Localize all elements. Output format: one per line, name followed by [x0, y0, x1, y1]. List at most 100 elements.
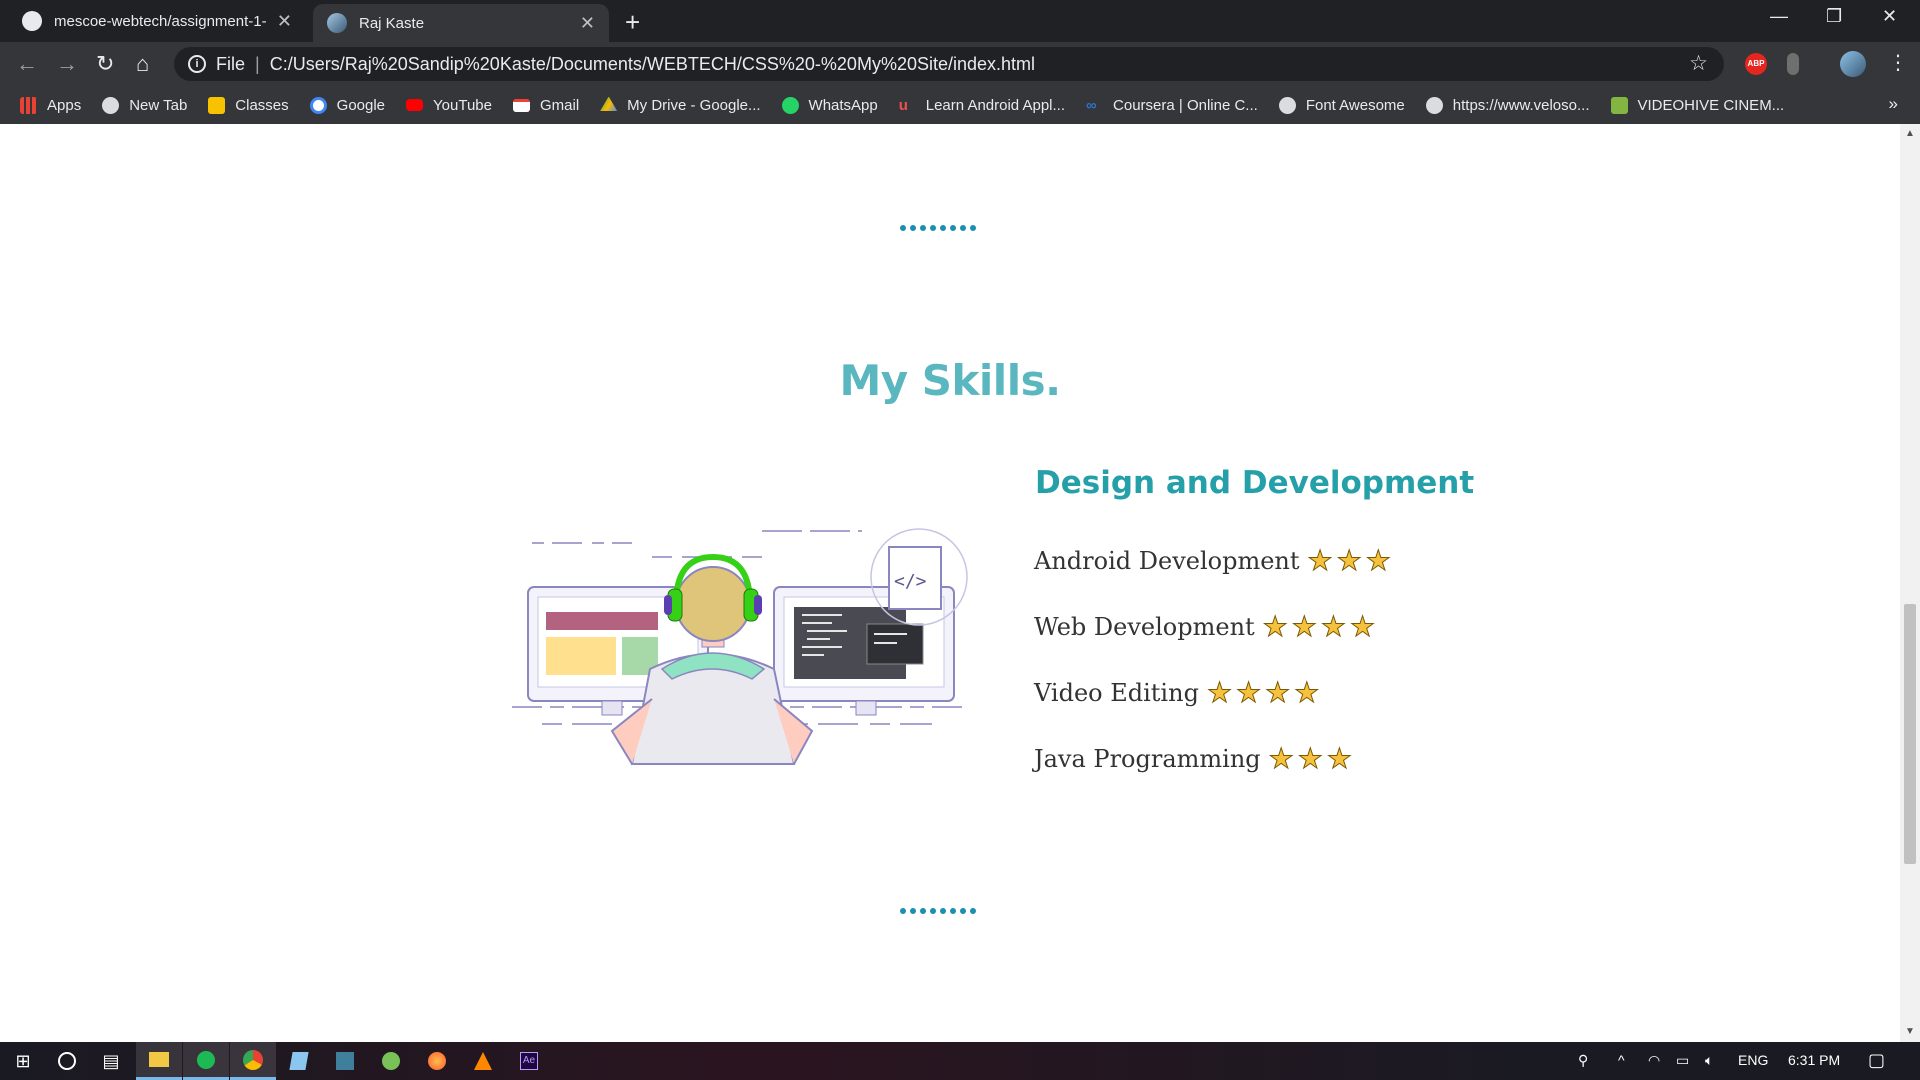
- star-icon: ★: [1297, 742, 1323, 775]
- skill-rating: ★ ★ ★: [1307, 544, 1391, 577]
- chrome-icon[interactable]: [230, 1042, 276, 1080]
- skill-item: Web Development ★ ★ ★ ★: [1034, 610, 1376, 643]
- bookmark-whatsapp[interactable]: WhatsApp: [781, 96, 878, 114]
- windows-taskbar: ⊞ ▤ Ae ⚲ ^ ◠ ▭ 🔈︎ ENG 6:31 PM ▢: [0, 1042, 1920, 1080]
- skill-name: Video Editing: [1034, 679, 1199, 707]
- bookmark-youtube[interactable]: YouTube: [406, 97, 492, 114]
- bookmark-videohive[interactable]: VIDEOHIVE CINEM...: [1610, 96, 1784, 114]
- tab-label: Raj Kaste: [359, 14, 425, 32]
- skill-item: Android Development ★ ★ ★: [1034, 544, 1391, 577]
- tab-raj-kaste[interactable]: Raj Kaste ✕: [313, 4, 609, 42]
- star-icon: ★: [1294, 676, 1320, 709]
- tab-close-icon[interactable]: ✕: [277, 11, 292, 32]
- skill-rating: ★ ★ ★ ★: [1206, 676, 1320, 709]
- youtube-icon: [406, 99, 424, 111]
- visual-studio-icon[interactable]: [322, 1042, 368, 1080]
- developer-illustration: </>: [512, 528, 968, 765]
- home-icon[interactable]: ⌂: [136, 51, 149, 77]
- file-explorer-icon[interactable]: [136, 1042, 182, 1080]
- android-studio-icon[interactable]: [368, 1042, 414, 1080]
- new-tab-plus-icon[interactable]: +: [625, 7, 640, 38]
- tab-github-assignment[interactable]: mescoe-webtech/assignment-1- ✕: [8, 0, 306, 42]
- reload-icon[interactable]: ↻: [96, 51, 114, 77]
- address-bar[interactable]: i File | C:/Users/Raj%20Sandip%20Kaste/D…: [174, 47, 1724, 81]
- skill-name: Android Development: [1034, 547, 1300, 575]
- apps-grid-icon: [20, 96, 37, 114]
- clock-time[interactable]: 6:31 PM: [1788, 1052, 1840, 1068]
- skill-item: Java Programming ★ ★ ★: [1034, 742, 1352, 775]
- star-icon: ★: [1349, 610, 1376, 643]
- notepad-icon[interactable]: [276, 1042, 322, 1080]
- close-window-icon[interactable]: ✕: [1882, 6, 1897, 27]
- address-scheme-label: File: [216, 53, 246, 74]
- bookmarks-overflow-icon[interactable]: »: [1889, 94, 1898, 114]
- task-view-icon[interactable]: ▤: [88, 1042, 134, 1080]
- menu-kebab-icon[interactable]: ⋮: [1888, 50, 1908, 75]
- wifi-icon[interactable]: ◠: [1648, 1052, 1660, 1069]
- skill-rating: ★ ★ ★ ★: [1262, 610, 1376, 643]
- bookmark-coursera[interactable]: ∞ Coursera | Online C...: [1086, 97, 1258, 114]
- star-icon: ★: [1268, 742, 1294, 775]
- star-icon: ★: [1206, 676, 1233, 709]
- address-separator: |: [255, 53, 260, 74]
- svg-text:</>: </>: [894, 571, 927, 592]
- windows-start-icon[interactable]: ⊞: [0, 1042, 46, 1080]
- scrollbar-thumb[interactable]: [1904, 604, 1916, 864]
- bookmark-gmail[interactable]: Gmail: [512, 97, 579, 114]
- tab-close-icon[interactable]: ✕: [580, 13, 595, 34]
- scroll-up-arrow-icon[interactable]: ▲: [1905, 128, 1915, 139]
- udemy-icon: u: [898, 96, 908, 114]
- star-icon: ★: [1336, 544, 1362, 577]
- bookmark-veloso[interactable]: https://www.veloso...: [1425, 96, 1590, 114]
- vlc-icon[interactable]: [460, 1042, 506, 1080]
- spotify-icon[interactable]: [183, 1042, 229, 1080]
- gmail-icon: [512, 98, 530, 112]
- notification-center-icon[interactable]: ▢: [1868, 1050, 1885, 1071]
- adblock-plus-icon[interactable]: ABP: [1745, 53, 1767, 75]
- whatsapp-icon: [781, 96, 799, 114]
- minimize-icon[interactable]: —: [1770, 6, 1788, 27]
- bookmark-star-icon[interactable]: ☆: [1689, 51, 1708, 76]
- cortana-icon[interactable]: [44, 1042, 90, 1080]
- back-arrow-icon[interactable]: ←: [16, 51, 38, 77]
- star-icon: ★: [1326, 742, 1352, 775]
- restore-icon[interactable]: ❐: [1826, 6, 1842, 27]
- people-icon[interactable]: ⚲: [1578, 1052, 1588, 1069]
- avatar-favicon-icon: [327, 13, 347, 33]
- skill-rating: ★ ★ ★: [1268, 742, 1352, 775]
- after-effects-icon[interactable]: Ae: [506, 1042, 552, 1080]
- bookmark-apps[interactable]: Apps: [20, 96, 81, 114]
- bookmark-font-awesome[interactable]: Font Awesome: [1278, 96, 1405, 114]
- profile-avatar[interactable]: [1840, 51, 1866, 77]
- star-icon: ★: [1236, 676, 1262, 709]
- forward-arrow-icon[interactable]: →: [56, 51, 78, 77]
- globe-icon: [1425, 96, 1443, 114]
- skills-heading: My Skills.: [839, 356, 1061, 405]
- classroom-icon: [208, 96, 226, 114]
- google-icon: [309, 96, 327, 114]
- page-content: My Skills. </> Design and Development An…: [0, 124, 1900, 1042]
- bookmark-classes[interactable]: Classes: [208, 96, 289, 114]
- bookmark-learn-android[interactable]: u Learn Android Appl...: [899, 97, 1065, 114]
- star-icon: ★: [1262, 610, 1288, 643]
- bookmark-new-tab[interactable]: New Tab: [102, 96, 187, 114]
- bookmarks-bar: Apps New Tab Classes Google YouTube Gmai…: [0, 86, 1920, 124]
- browser-toolbar: ← → ↻ ⌂ i File | C:/Users/Raj%20Sandip%2…: [0, 42, 1920, 86]
- firefox-icon[interactable]: [414, 1042, 460, 1080]
- site-info-icon[interactable]: i: [188, 55, 206, 73]
- globe-icon: [1278, 96, 1296, 114]
- page-scrollbar[interactable]: ▲ ▼: [1900, 124, 1920, 1042]
- language-indicator[interactable]: ENG: [1738, 1052, 1768, 1068]
- dot-divider-bottom: [900, 908, 976, 914]
- tray-chevron-up-icon[interactable]: ^: [1618, 1052, 1625, 1068]
- bookmark-my-drive[interactable]: My Drive - Google...: [600, 96, 761, 114]
- scroll-down-arrow-icon[interactable]: ▼: [1905, 1026, 1915, 1037]
- design-development-heading: Design and Development: [1035, 465, 1475, 501]
- star-icon: ★: [1265, 676, 1291, 709]
- dot-divider-top: [900, 225, 976, 231]
- globe-icon: [102, 96, 120, 114]
- battery-icon[interactable]: ▭: [1676, 1052, 1689, 1069]
- bookmark-google[interactable]: Google: [309, 96, 385, 114]
- volume-icon[interactable]: 🔈︎: [1705, 1052, 1713, 1069]
- extension-icon[interactable]: [1787, 53, 1799, 75]
